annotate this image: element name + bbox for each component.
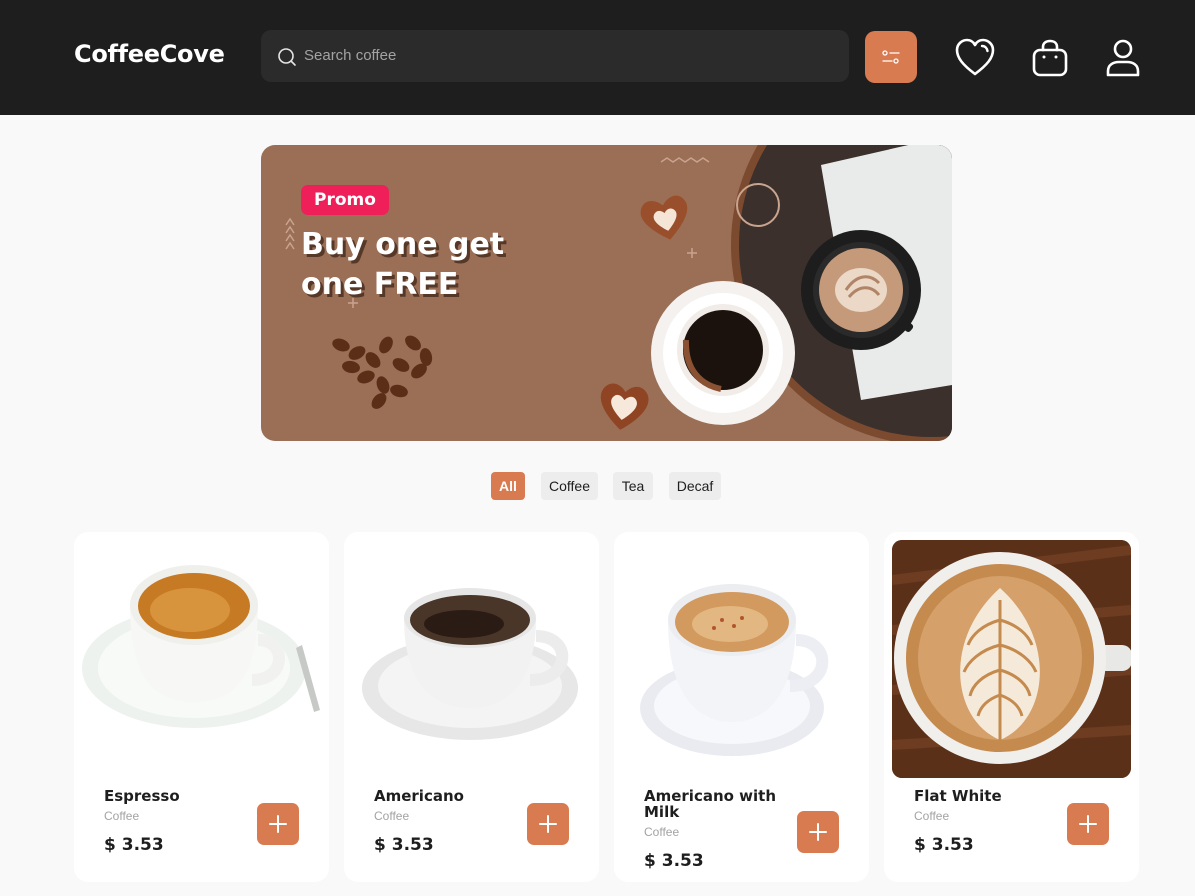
plus-icon: [1079, 815, 1097, 833]
filter-button[interactable]: [865, 31, 917, 83]
promo-title: Buy one get one FREE: [301, 227, 505, 302]
filter-icon: [882, 50, 900, 64]
search-bar[interactable]: Search coffee: [261, 30, 849, 82]
product-name: Flat White: [914, 787, 1002, 805]
app-logo[interactable]: CoffeeCove: [74, 40, 225, 68]
add-to-cart-button[interactable]: [527, 803, 569, 845]
product-image: [892, 540, 1131, 778]
promo-badge: Promo: [301, 185, 389, 215]
product-image: [622, 540, 861, 778]
top-header: CoffeeCove Search coffee: [0, 0, 1195, 115]
promo-banner[interactable]: Promo Buy one get one FREE: [261, 145, 952, 441]
tab-all[interactable]: All: [491, 472, 525, 500]
product-name: Espresso: [104, 787, 180, 805]
search-icon: [278, 48, 296, 66]
product-category: Coffee: [644, 825, 680, 839]
product-image: [352, 540, 591, 778]
product-card-americano-with-milk[interactable]: Americano with Milk Coffee $ 3.53: [614, 532, 869, 882]
plus-icon: [269, 815, 287, 833]
tab-coffee[interactable]: Coffee: [541, 472, 598, 500]
product-card-espresso[interactable]: Espresso Coffee $ 3.53: [74, 532, 329, 882]
product-price: $ 3.53: [374, 835, 434, 855]
product-category: Coffee: [374, 809, 410, 823]
product-name: Americano with Milk: [644, 787, 777, 821]
add-to-cart-button[interactable]: [257, 803, 299, 845]
product-card-flat-white[interactable]: Flat White Coffee $ 3.53: [884, 532, 1139, 882]
product-price: $ 3.53: [644, 851, 704, 871]
plus-icon: [809, 823, 827, 841]
user-icon[interactable]: [1103, 38, 1143, 78]
product-category: Coffee: [914, 809, 950, 823]
heart-icon[interactable]: [955, 38, 995, 78]
product-name: Americano: [374, 787, 464, 805]
product-price: $ 3.53: [104, 835, 164, 855]
plus-icon: [539, 815, 557, 833]
add-to-cart-button[interactable]: [1067, 803, 1109, 845]
search-input[interactable]: Search coffee: [304, 47, 396, 64]
tab-tea[interactable]: Tea: [613, 472, 653, 500]
shopping-bag-icon[interactable]: [1030, 38, 1070, 78]
product-image: [82, 540, 321, 778]
tab-decaf[interactable]: Decaf: [669, 472, 721, 500]
add-to-cart-button[interactable]: [797, 811, 839, 853]
product-card-americano[interactable]: Americano Coffee $ 3.53: [344, 532, 599, 882]
product-price: $ 3.53: [914, 835, 974, 855]
product-category: Coffee: [104, 809, 140, 823]
